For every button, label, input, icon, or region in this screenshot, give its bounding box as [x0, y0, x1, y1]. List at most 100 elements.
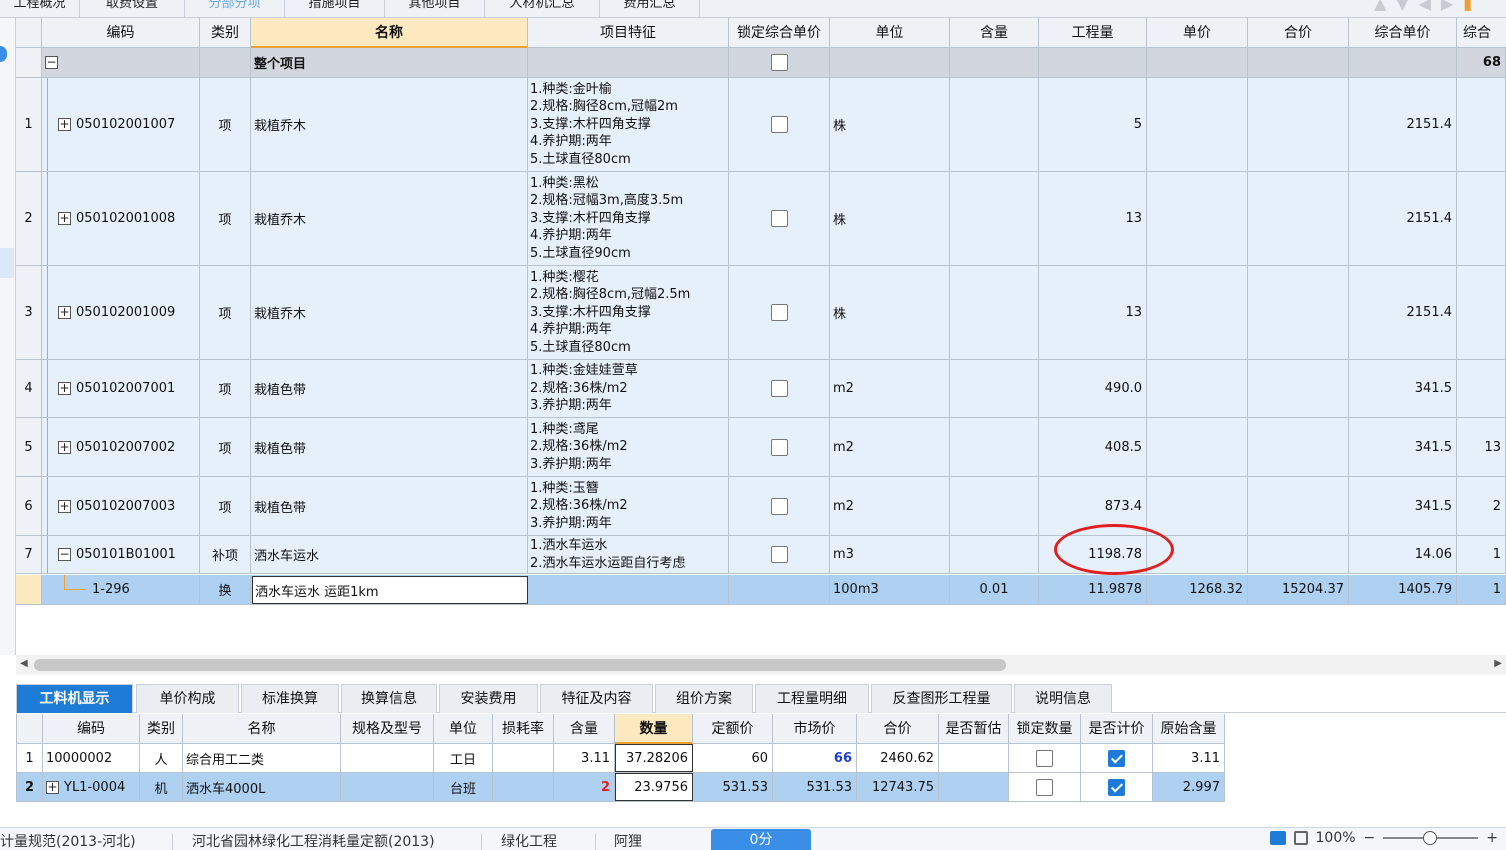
code-cell[interactable]: −050101B01001 — [42, 536, 200, 573]
total-price-cell[interactable] — [1248, 360, 1349, 417]
table-row[interactable]: 7−050101B01001 补项 洒水车运水 1.洒水车运水 2.洒水车运水运距自行考… — [16, 536, 1506, 574]
material-unit-cell[interactable]: 工日 — [434, 744, 493, 772]
total-price-cell[interactable] — [1248, 48, 1349, 77]
total-price-cell[interactable] — [1248, 78, 1349, 171]
content-cell[interactable] — [950, 360, 1039, 417]
material-estimate-cell[interactable] — [939, 773, 1009, 801]
sub-composite-price-cell[interactable]: 1405.79 — [1349, 575, 1457, 604]
code-cell[interactable]: +050102007001 — [42, 360, 200, 417]
header-unit[interactable]: 单位 — [830, 18, 950, 48]
material-estimate-cell[interactable] — [939, 744, 1009, 772]
material-content-cell[interactable]: 3.11 — [554, 744, 615, 772]
zoom-in-icon[interactable]: + — [1486, 830, 1498, 846]
tab-quantity-detail[interactable]: 工程量明细 — [755, 684, 869, 713]
tab-other-items[interactable]: 其他项目 — [385, 0, 485, 18]
bheader-lock-quantity[interactable]: 锁定数量 — [1009, 714, 1081, 744]
unit-cell[interactable]: 株 — [830, 266, 950, 359]
header-composite-unit-price[interactable]: 综合单价 — [1349, 18, 1457, 48]
expand-icon[interactable]: + — [58, 306, 71, 319]
content-cell[interactable] — [950, 418, 1039, 476]
header-name[interactable]: 名称 — [251, 18, 528, 48]
lock-price-checkbox[interactable] — [770, 304, 788, 321]
sub-type-cell[interactable]: 换 — [200, 575, 251, 604]
quantity-cell[interactable] — [1039, 48, 1147, 77]
material-loss-cell[interactable] — [493, 744, 554, 772]
composite-price-cell[interactable]: 2151.4 — [1349, 172, 1457, 265]
type-cell[interactable]: 项 — [200, 172, 251, 265]
zoom-slider[interactable] — [1383, 831, 1479, 845]
content-cell[interactable] — [950, 536, 1039, 573]
priced-checkbox[interactable] — [1108, 778, 1125, 796]
lock-price-checkbox[interactable] — [770, 210, 788, 227]
lock-price-checkbox[interactable] — [770, 438, 788, 456]
view-split-icon[interactable] — [1293, 831, 1308, 845]
scroll-thumb[interactable] — [34, 659, 1006, 671]
table-row[interactable]: 1 10000002 人综合用工二类 工日 3.11 37.28206 60 66 2460.6… — [17, 744, 1225, 773]
horizontal-scrollbar[interactable]: ◀ ▶ — [16, 655, 1506, 675]
material-unit-cell[interactable]: 台班 — [434, 773, 493, 801]
tab-install-cost[interactable]: 安装费用 — [439, 684, 538, 713]
sub-content-cell[interactable]: 0.01 — [950, 575, 1039, 604]
expand-icon[interactable]: + — [58, 212, 71, 225]
composite-price-cell[interactable]: 2151.4 — [1349, 78, 1457, 171]
tab-description[interactable]: 说明信息 — [1014, 684, 1112, 713]
type-cell[interactable]: 补项 — [200, 536, 251, 573]
material-orig-content-cell[interactable]: 2.997 — [1153, 773, 1225, 801]
features-cell[interactable]: 1.种类:金叶榆 2.规格:胸径8cm,冠幅2m 3.支撑:木杆四角支撑 4.养护期:… — [528, 78, 729, 171]
total-price-cell[interactable] — [1248, 418, 1349, 476]
score-button[interactable]: 0分 — [711, 829, 811, 850]
header-composite-total[interactable]: 综合 — [1457, 18, 1506, 48]
material-quota-price-cell[interactable]: 60 — [693, 744, 773, 772]
code-cell[interactable]: +050102007003 — [42, 477, 200, 535]
code-cell[interactable]: − — [42, 48, 200, 77]
sub-item-row[interactable]: 1-296 换 洒水车运水 运距1km 100m3 0.01 11.9878 1… — [16, 575, 1506, 605]
material-spec-cell[interactable] — [341, 773, 434, 801]
tab-pricing-scheme[interactable]: 组价方案 — [655, 684, 753, 713]
name-edit-input[interactable]: 洒水车运水 运距1km — [252, 576, 528, 604]
bheader-code[interactable]: 编码 — [43, 714, 140, 744]
tab-unit-price-composition[interactable]: 单价构成 — [136, 684, 239, 713]
header-total-price[interactable]: 合价 — [1248, 18, 1349, 48]
sub-lock-cell[interactable] — [729, 575, 830, 604]
unit-price-cell[interactable] — [1147, 78, 1248, 171]
material-code-cell[interactable]: + YL1-0004 — [43, 773, 140, 801]
expand-icon[interactable]: − — [58, 548, 71, 561]
sub-code-cell[interactable]: 1-296 — [42, 575, 200, 604]
bheader-priced[interactable]: 是否计价 — [1081, 714, 1153, 744]
content-cell[interactable] — [950, 172, 1039, 265]
composite-total-cell[interactable]: 2 — [1457, 477, 1506, 535]
unit-price-cell[interactable] — [1147, 172, 1248, 265]
sub-quantity-cell[interactable]: 11.9878 — [1039, 575, 1147, 604]
status-project-type[interactable]: 绿化工程 — [501, 832, 557, 850]
features-cell[interactable]: 1.种类:黑松 2.规格:冠幅3m,高度3.5m 3.支撑:木杆四角支撑 4.养护期:… — [528, 172, 729, 265]
lock-price-cell[interactable] — [729, 536, 830, 573]
status-quota-standard[interactable]: 河北省园林绿化工程消耗量定额(2013) — [192, 832, 435, 850]
material-priced-cell[interactable] — [1081, 773, 1153, 801]
bheader-quantity[interactable]: 数量 — [615, 714, 693, 744]
material-spec-cell[interactable] — [341, 744, 434, 772]
material-quantity-input[interactable]: 23.9756 — [615, 773, 693, 801]
name-cell[interactable]: 栽植乔木 — [251, 78, 528, 171]
composite-price-cell[interactable]: 2151.4 — [1349, 266, 1457, 359]
summary-row[interactable]: − 整个项目 68 — [16, 48, 1506, 78]
lock-price-checkbox[interactable] — [770, 497, 788, 515]
sub-unit-cell[interactable]: 100m3 — [830, 575, 950, 604]
tab-reverse-graphic-quantity[interactable]: 反查图形工程量 — [871, 684, 1012, 713]
type-cell[interactable]: 项 — [200, 418, 251, 476]
view-list-icon[interactable] — [1269, 831, 1286, 845]
bheader-unit[interactable]: 单位 — [434, 714, 493, 744]
composite-price-cell[interactable]: 341.5 — [1349, 360, 1457, 417]
features-cell[interactable]: 1.洒水车运水 2.洒水车运水运距自行考虑 — [528, 536, 729, 573]
features-cell[interactable]: 1.种类:玉簪 2.规格:36株/m2 3.养护期:两年 — [528, 477, 729, 535]
lock-price-cell[interactable] — [729, 172, 830, 265]
type-cell[interactable]: 项 — [200, 266, 251, 359]
code-cell[interactable]: +050102001009 — [42, 266, 200, 359]
unit-price-cell[interactable] — [1147, 360, 1248, 417]
table-row[interactable]: 2 + YL1-0004 机洒水车4000L 台班 2 23.9756 531.53 531.5… — [17, 773, 1225, 802]
tab-fee-settings[interactable]: 取费设置 — [80, 0, 185, 18]
tab-sub-items[interactable]: 分部分项 — [185, 0, 285, 18]
name-cell[interactable]: 整个项目 — [251, 48, 528, 77]
composite-total-cell[interactable] — [1457, 78, 1506, 171]
sub-total-price-cell[interactable]: 15204.37 — [1248, 575, 1349, 604]
bheader-spec[interactable]: 规格及型号 — [341, 714, 434, 744]
